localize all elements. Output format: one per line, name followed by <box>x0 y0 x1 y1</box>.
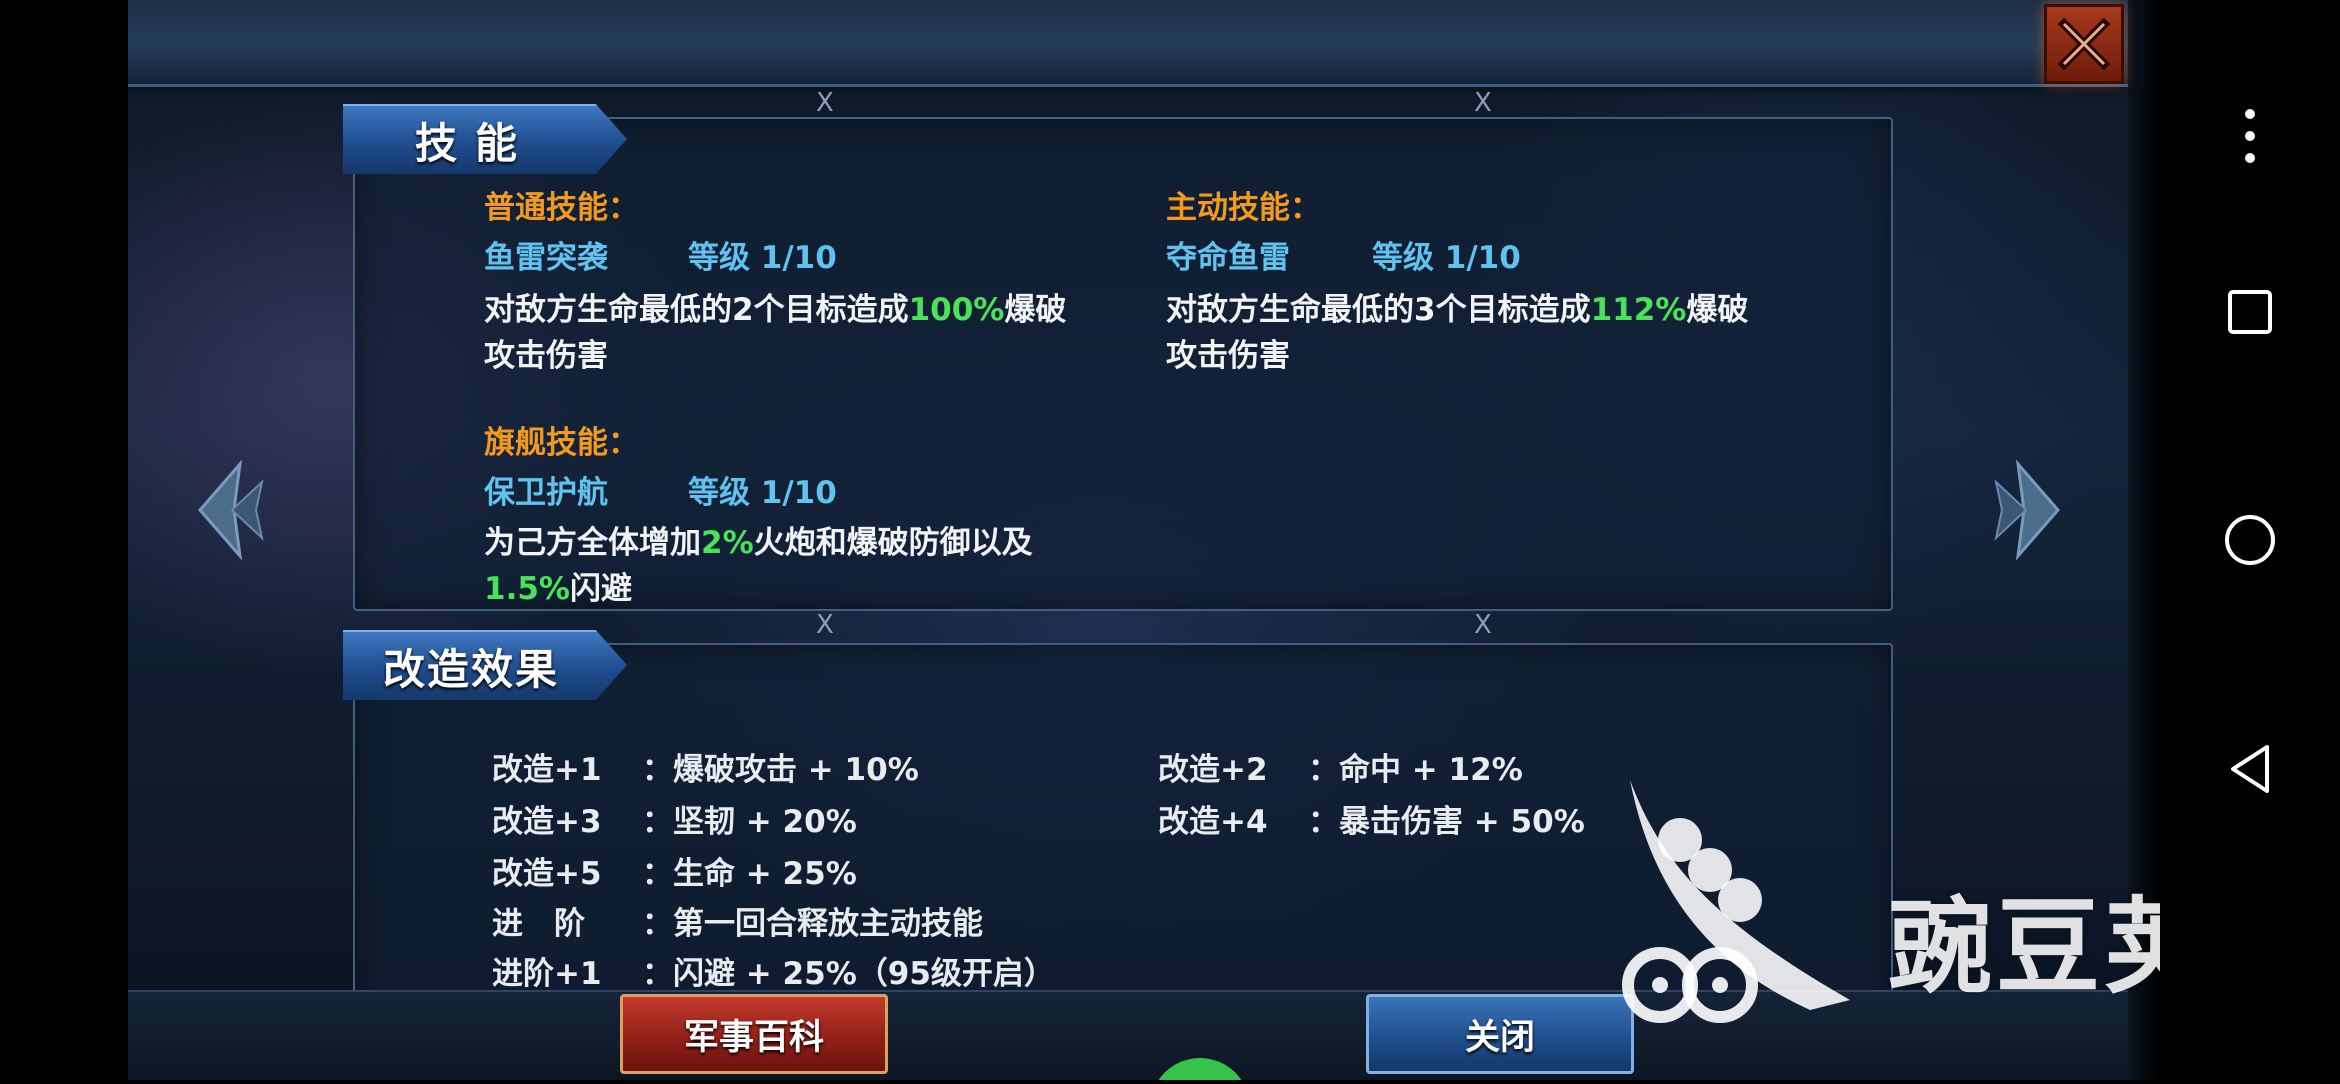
mod-value: ：坚韧 + 20% <box>642 804 857 840</box>
mod-key: 改造+5 <box>492 856 602 892</box>
mod-key: 改造+3 <box>492 804 602 840</box>
flagship-skill-heading: 旗舰技能： <box>484 425 639 461</box>
panel-clip: Ⅹ <box>1474 88 1492 118</box>
active-skill-description: 对敌方生命最低的3个目标造成112%爆破攻击伤害 <box>1166 287 1766 379</box>
mod-key: 进 阶 <box>492 906 585 942</box>
flagship-skill-level: 等级 1/10 <box>688 475 837 511</box>
mod-value: ：生命 + 25% <box>642 856 857 892</box>
modification-tab-label: 改造效果 <box>383 644 560 694</box>
mod-key: 改造+4 <box>1158 804 1268 840</box>
normal-skill-heading: 普通技能： <box>484 190 639 226</box>
skills-tab: 技能 <box>343 104 627 174</box>
mod-value: ：第一回合释放主动技能 <box>642 906 983 942</box>
previous-arrow-icon[interactable] <box>190 459 270 564</box>
desc-highlight: 100% <box>908 292 1005 328</box>
mod-row: 改造+4 ：暴击伤害 + 50% <box>1158 796 1585 841</box>
desc-text: 火炮和爆破防御以及 <box>753 525 1033 561</box>
mod-row: 改造+5 ：生命 + 25% <box>492 848 857 893</box>
mod-value: ：命中 + 12% <box>1308 752 1523 788</box>
mod-key: 改造+2 <box>1158 752 1268 788</box>
modification-tab: 改造效果 <box>343 630 627 700</box>
desc-text: 对敌方生命最低的2个目标造成 <box>484 292 909 328</box>
flagship-skill-name: 保卫护航 <box>484 475 608 511</box>
panel-clip: Ⅹ <box>1474 610 1492 640</box>
mod-key: 进阶+1 <box>492 956 602 992</box>
left-letterbox <box>0 0 128 1080</box>
next-arrow-icon[interactable] <box>1988 459 2068 564</box>
back-icon[interactable] <box>2160 743 2340 795</box>
mod-value: ：爆破攻击 + 10% <box>642 752 919 788</box>
mod-row: 进阶+1 ：闪避 + 25%（95级开启） <box>492 948 1055 993</box>
mod-row: 进 阶 ：第一回合释放主动技能 <box>492 898 983 943</box>
desc-text: 为己方全体增加 <box>484 525 701 561</box>
desc-highlight: 1.5% <box>484 571 570 607</box>
panel-clip: Ⅹ <box>816 610 834 640</box>
encyclopedia-button[interactable]: 军事百科 <box>620 994 888 1074</box>
close-button[interactable]: 关闭 <box>1366 994 1634 1074</box>
normal-skill-description: 对敌方生命最低的2个目标造成100%爆破攻击伤害 <box>484 287 1084 379</box>
mod-key: 改造+1 <box>492 752 602 788</box>
more-options-icon[interactable] <box>2160 106 2340 166</box>
desc-text: 对敌方生命最低的3个目标造成 <box>1166 292 1591 328</box>
desc-highlight: 2% <box>701 525 754 561</box>
active-skill-level: 等级 1/10 <box>1372 240 1521 276</box>
home-icon[interactable] <box>2160 513 2340 567</box>
desc-text: 闪避 <box>569 571 632 607</box>
top-bar <box>128 0 2128 87</box>
mod-row: 改造+1 ：爆破攻击 + 10% <box>492 744 919 789</box>
mod-row: 改造+2 ：命中 + 12% <box>1158 744 1523 789</box>
normal-skill-name: 鱼雷突袭 <box>484 240 608 276</box>
normal-skill-level: 等级 1/10 <box>688 240 837 276</box>
active-skill-heading: 主动技能： <box>1166 190 1321 226</box>
flagship-skill-description: 为己方全体增加2%火炮和爆破防御以及 1.5%闪避 <box>484 520 1084 612</box>
system-nav-bar <box>2160 0 2340 1080</box>
mod-value: ：闪避 + 25%（95级开启） <box>642 956 1055 992</box>
skills-tab-label: 技能 <box>415 118 536 168</box>
mod-row: 改造+3 ：坚韧 + 20% <box>492 796 857 841</box>
panel-clip: Ⅹ <box>816 88 834 118</box>
desc-highlight: 112% <box>1590 292 1687 328</box>
recent-apps-icon[interactable] <box>2160 288 2340 336</box>
mod-value: ：暴击伤害 + 50% <box>1308 804 1585 840</box>
active-skill-name: 夺命鱼雷 <box>1166 240 1290 276</box>
close-icon[interactable] <box>2044 4 2124 84</box>
